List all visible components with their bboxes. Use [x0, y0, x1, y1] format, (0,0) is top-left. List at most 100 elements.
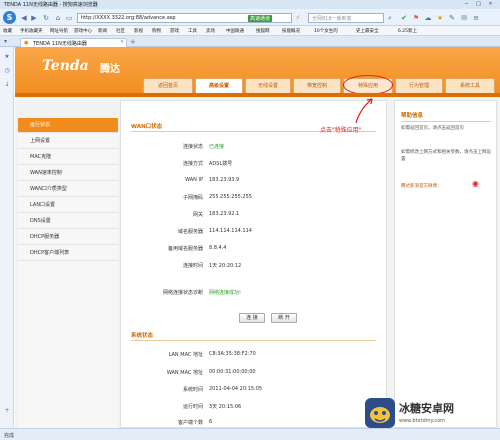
row-value: 8.8.4.4 [209, 245, 227, 251]
fav-item[interactable]: 网址导航 [50, 28, 68, 34]
tenda-logo: Tenda [42, 58, 89, 74]
panel-add-icon[interactable]: + [3, 407, 11, 415]
security-icon[interactable]: ✔ [400, 14, 408, 22]
tab-advanced[interactable]: 高级设置 [195, 78, 243, 93]
home-icon[interactable]: ⌂ [54, 14, 62, 22]
watermark-url: www.btxtdmy.com [399, 418, 446, 424]
tab-home[interactable]: 返回首页 [143, 78, 193, 93]
refresh-icon[interactable]: ↻ [42, 14, 50, 22]
tab-system-tools[interactable]: 系统工具 [445, 78, 495, 93]
row-label: 网关 [192, 212, 203, 218]
row-value: 6 [209, 419, 213, 425]
speed-badge[interactable]: 高速通道 [248, 15, 273, 22]
side-item-wan-media[interactable]: WAN口介质类型 [18, 182, 118, 197]
fav-item[interactable]: 6.25新上 [398, 28, 417, 34]
row-value: 183.23.92.1 [209, 211, 240, 217]
weibo-icon[interactable]: ◉ [472, 179, 484, 189]
menu-icon[interactable]: ≡ [472, 14, 480, 22]
fav-item[interactable]: 新闻 [98, 28, 107, 34]
section-divider [131, 340, 376, 341]
status-panel: WAN口状态 连接状态 已连接 连接方式 ADSL拨号 WAN IP 183.2… [120, 100, 387, 428]
url-text: http://XXXX.3322.org:88/advance.asp [81, 15, 176, 21]
search-placeholder: 全网818一番到底 [312, 16, 352, 22]
row-label: 连接时间 [182, 263, 203, 269]
fav-item[interactable]: 技能概况 [282, 28, 300, 34]
row-label: 客户端个数 [177, 420, 203, 426]
back-icon[interactable]: ◀ [20, 14, 28, 22]
side-item-lan[interactable]: LAN口设置 [18, 198, 118, 213]
search-icon[interactable]: ⌕ [386, 14, 394, 22]
help-text: 如需返回首页，请点击返回首页 [401, 126, 464, 131]
sogou-logo-icon[interactable]: S [3, 11, 16, 24]
new-tab-icon[interactable]: + [130, 38, 136, 46]
router-page: Tenda 腾达 返回首页 高级设置 无线设置 带宽控制 特殊应用 行为管理 系… [15, 47, 500, 428]
side-item-dns[interactable]: DNS设置 [18, 214, 118, 229]
browser-tab[interactable]: ● TENDA 11N无线路由器 ✕ [20, 38, 127, 47]
router-header: Tenda 腾达 返回首页 高级设置 无线设置 带宽控制 特殊应用 行为管理 系… [15, 47, 500, 97]
new-window-icon[interactable]: ▭ [65, 14, 73, 22]
side-item-mac-clone[interactable]: MAC克隆 [18, 150, 118, 165]
side-item-wan-speed[interactable]: WAN速率控制 [18, 166, 118, 181]
fav-item[interactable]: 影视 [134, 28, 143, 34]
fav-item[interactable]: 卖场 [206, 28, 215, 34]
tab-behavior[interactable]: 行为管理 [395, 78, 443, 93]
row-label: 连接方式 [182, 161, 203, 167]
row-label: WAN MAC 地址 [166, 370, 203, 376]
weibo-label[interactable]: 腾达新浪官方微博： [401, 183, 442, 189]
row-value: ADSL拨号 [209, 161, 233, 167]
star-icon[interactable]: ★ [436, 14, 444, 22]
fav-item[interactable]: 手机收藏夹 [20, 28, 43, 34]
minimize-icon[interactable]: ─ [462, 1, 471, 8]
tools-icon[interactable]: ✎ [448, 14, 456, 22]
lightning-icon[interactable]: ⚡ [294, 14, 302, 22]
fav-item[interactable]: 史上最安全 [356, 28, 379, 34]
address-bar[interactable]: http://XXXX.3322.org:88/advance.asp 高速通道 [77, 13, 292, 23]
fav-item[interactable]: 10个女生的 [314, 28, 338, 34]
wan-section-title: WAN口状态 [131, 124, 163, 130]
row-label: WAN IP [185, 177, 203, 183]
side-item-dhcp-clients[interactable]: DHCP客户端列表 [18, 246, 118, 261]
side-item-internet[interactable]: 上网设置 [18, 134, 118, 149]
row-value: C8:3A:35:38:F2:70 [209, 351, 256, 357]
fav-item[interactable]: 搜狐网 [256, 28, 270, 34]
mail-icon[interactable]: ✉ [460, 14, 468, 22]
close-icon[interactable]: ✕ [486, 1, 495, 8]
header-divider [15, 93, 500, 97]
status-bar: 完成 [0, 428, 500, 440]
search-input[interactable]: 全网818一番到底 [308, 13, 384, 23]
panel-star-icon[interactable]: ★ [3, 53, 11, 61]
side-item-status[interactable]: 运行状态 [18, 118, 118, 133]
side-panel: ★ ◷ ↓ + [0, 47, 14, 428]
side-item-dhcp-server[interactable]: DHCP服务器 [18, 230, 118, 245]
help-text: 如需修改上网方式和相关参数，请点击上网设置 [401, 150, 491, 162]
panel-download-icon[interactable]: ↓ [3, 81, 11, 89]
fav-item[interactable]: 游戏 [170, 28, 179, 34]
annotation-arrow-icon [355, 98, 373, 124]
row-label: 连接状态 [182, 144, 203, 150]
status-text: 完成 [4, 433, 15, 439]
side-menu: 运行状态 上网设置 MAC克隆 WAN速率控制 WAN口介质类型 LAN口设置 … [18, 118, 118, 428]
window-title: TENDA 11N无线路由器 - 搜狗高速浏览器 [4, 2, 98, 8]
fav-item[interactable]: 收藏 [3, 28, 12, 34]
panel-history-icon[interactable]: ◷ [3, 67, 11, 75]
disconnect-button[interactable]: 断 开 [271, 313, 297, 323]
fav-item[interactable]: 游戏中心 [74, 28, 92, 34]
favorites-bar: 收藏 手机收藏夹 网址导航 游戏中心 新闻 社区 影视 购物 游戏 工具 卖场 … [0, 26, 500, 36]
highlight-circle [343, 75, 393, 95]
tab-list-icon[interactable]: ▾ [4, 38, 7, 45]
fav-item[interactable]: 中国联通 [226, 28, 244, 34]
cloud-icon[interactable]: ☁ [424, 14, 432, 22]
connect-button[interactable]: 连 接 [239, 313, 265, 323]
row-label: 域名服务器 [177, 229, 203, 235]
tab-wireless[interactable]: 无线设置 [245, 78, 291, 93]
help-title: 帮助信息 [401, 113, 424, 119]
fav-item[interactable]: 购物 [152, 28, 161, 34]
maximize-icon[interactable]: □ [474, 1, 483, 8]
flag-icon[interactable]: ⚑ [412, 14, 420, 22]
row-label: 运行时间 [182, 404, 203, 410]
tab-close-icon[interactable]: ✕ [120, 39, 124, 45]
forward-icon[interactable]: ▶ [30, 14, 38, 22]
fav-item[interactable]: 社区 [116, 28, 125, 34]
fav-item[interactable]: 工具 [188, 28, 197, 34]
tab-bandwidth[interactable]: 带宽控制 [293, 78, 341, 93]
